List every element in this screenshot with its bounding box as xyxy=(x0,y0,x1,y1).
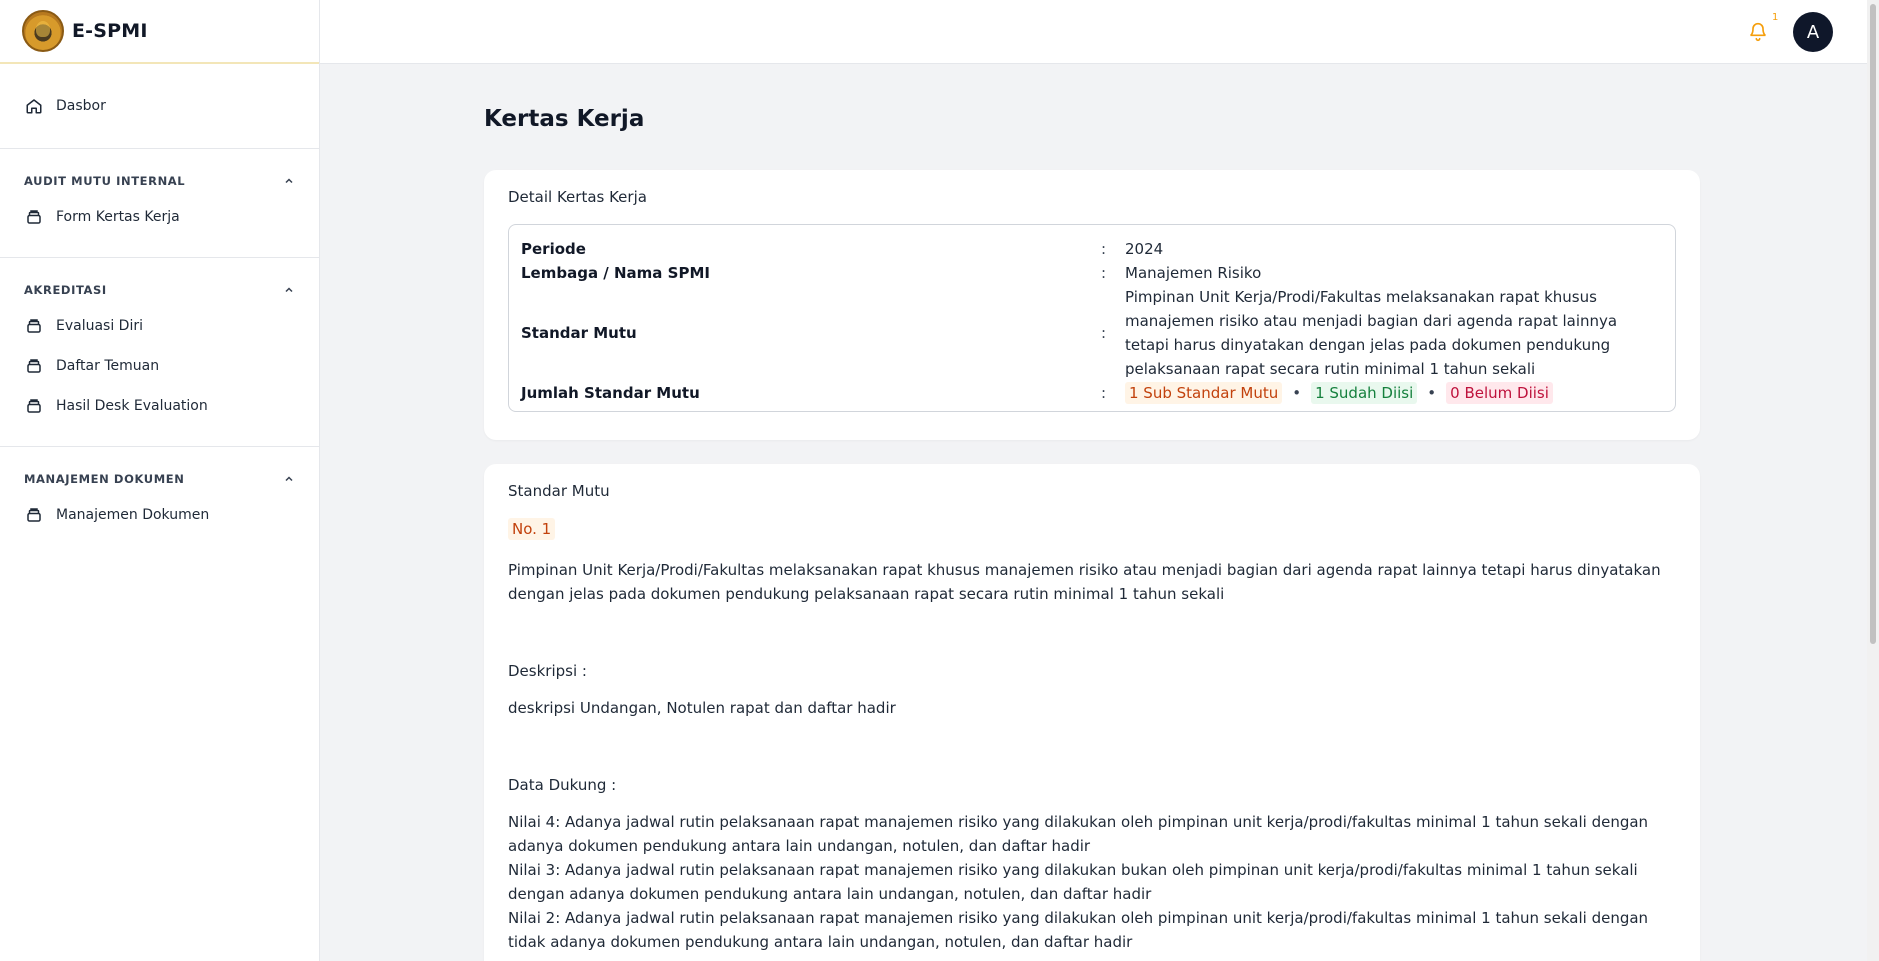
sidebar-item-daftar-temuan[interactable]: Daftar Temuan xyxy=(0,346,319,386)
detail-separator: : xyxy=(1101,264,1107,282)
section-audit-mutu-internal[interactable]: AUDIT MUTU INTERNAL xyxy=(0,165,319,197)
sidebar-item-label: Evaluasi Diri xyxy=(56,318,144,334)
home-icon xyxy=(24,96,44,116)
stack-icon xyxy=(24,316,44,336)
page-title: Kertas Kerja xyxy=(484,106,645,132)
bullet-separator: • xyxy=(1292,384,1302,402)
empty-count-badge: 0 Belum Diisi xyxy=(1446,382,1553,404)
detail-row-jumlah: Jumlah Standar Mutu : 1 Sub Standar Mutu… xyxy=(521,381,1663,405)
notification-count: 1 xyxy=(1772,12,1779,23)
section-title: MANAJEMEN DOKUMEN xyxy=(24,472,185,486)
description-label: Deskripsi : xyxy=(508,662,587,680)
detail-row-periode: Periode : 2024 xyxy=(521,237,1663,261)
support-item: Nilai 2: Adanya jadwal rutin pelaksanaan… xyxy=(508,909,1649,951)
detail-table: Periode : 2024 Lembaga / Nama SPMI : Man… xyxy=(508,224,1676,412)
app-name: E-SPMI xyxy=(72,20,148,42)
description-text: deskripsi Undangan, Notulen rapat dan da… xyxy=(508,699,896,717)
filled-count-badge: 1 Sudah Diisi xyxy=(1311,382,1418,404)
section-akreditasi[interactable]: AKREDITASI xyxy=(0,274,319,306)
section-manajemen-dokumen[interactable]: MANAJEMEN DOKUMEN xyxy=(0,463,319,495)
sidebar-item-label: Daftar Temuan xyxy=(56,358,160,374)
chevron-up-icon[interactable] xyxy=(283,284,295,296)
page-scrollbar[interactable] xyxy=(1867,0,1879,961)
main-content: Kertas Kerja Detail Kertas Kerja Periode… xyxy=(484,64,1700,961)
scrollbar-thumb[interactable] xyxy=(1870,4,1876,644)
detail-label: Periode xyxy=(521,240,586,258)
university-logo xyxy=(22,10,64,52)
standard-number-badge: No. 1 xyxy=(508,518,556,540)
standard-card: Standar Mutu No. 1 Pimpinan Unit Kerja/P… xyxy=(484,464,1700,961)
detail-value: Pimpinan Unit Kerja/Prodi/Fakultas melak… xyxy=(1125,288,1618,378)
avatar[interactable]: A xyxy=(1793,12,1833,52)
stack-icon xyxy=(24,505,44,525)
detail-separator: : xyxy=(1101,384,1107,402)
sidebar-item-form-kertas-kerja[interactable]: Form Kertas Kerja xyxy=(0,197,319,237)
detail-row-lembaga: Lembaga / Nama SPMI : Manajemen Risiko xyxy=(521,261,1663,285)
stack-icon xyxy=(24,207,44,227)
support-label: Data Dukung : xyxy=(508,776,617,794)
support-item: Nilai 3: Adanya jadwal rutin pelaksanaan… xyxy=(508,861,1638,903)
detail-counts: 1 Sub Standar Mutu • 1 Sudah Diisi • 0 Belum… xyxy=(1125,381,1663,405)
detail-separator: : xyxy=(1101,240,1107,258)
sidebar-item-manajemen-dokumen[interactable]: Manajemen Dokumen xyxy=(0,495,319,535)
section-title: AKREDITASI xyxy=(24,283,107,297)
stack-icon xyxy=(24,396,44,416)
support-item: Nilai 4: Adanya jadwal rutin pelaksanaan… xyxy=(508,813,1649,855)
bell-icon[interactable] xyxy=(1746,20,1770,44)
section-title: AUDIT MUTU INTERNAL xyxy=(24,174,186,188)
sidebar-item-label: Manajemen Dokumen xyxy=(56,507,210,523)
chevron-up-icon[interactable] xyxy=(283,473,295,485)
sidebar-item-dasbor[interactable]: Dasbor xyxy=(0,86,319,126)
sidebar: E-SPMI Dasbor AUDIT MUTU INTERNAL Form K… xyxy=(0,0,320,961)
sidebar-item-evaluasi-diri[interactable]: Evaluasi Diri xyxy=(0,306,319,346)
sidebar-item-label: Dasbor xyxy=(56,98,106,114)
sub-standard-count-badge: 1 Sub Standar Mutu xyxy=(1125,382,1283,404)
standard-card-title: Standar Mutu xyxy=(508,482,610,500)
bullet-separator: • xyxy=(1427,384,1437,402)
detail-label: Lembaga / Nama SPMI xyxy=(521,264,710,282)
detail-label: Standar Mutu xyxy=(521,324,637,342)
chevron-up-icon[interactable] xyxy=(283,175,295,187)
standard-text: Pimpinan Unit Kerja/Prodi/Fakultas melak… xyxy=(508,561,1661,603)
sidebar-item-label: Hasil Desk Evaluation xyxy=(56,398,208,414)
detail-card: Detail Kertas Kerja Periode : 2024 Lemba… xyxy=(484,170,1700,440)
detail-label: Jumlah Standar Mutu xyxy=(521,384,700,402)
sidebar-item-hasil-desk-evaluation[interactable]: Hasil Desk Evaluation xyxy=(0,386,319,426)
brand[interactable]: E-SPMI xyxy=(0,0,319,64)
detail-value: Manajemen Risiko xyxy=(1125,264,1262,282)
stack-icon xyxy=(24,356,44,376)
detail-card-title: Detail Kertas Kerja xyxy=(508,188,647,206)
detail-row-standar-mutu: Standar Mutu : Pimpinan Unit Kerja/Prodi… xyxy=(521,285,1663,381)
topbar: 1 A xyxy=(320,0,1867,64)
detail-value: 2024 xyxy=(1125,240,1164,258)
detail-separator: : xyxy=(1101,324,1107,342)
sidebar-item-label: Form Kertas Kerja xyxy=(56,209,180,225)
